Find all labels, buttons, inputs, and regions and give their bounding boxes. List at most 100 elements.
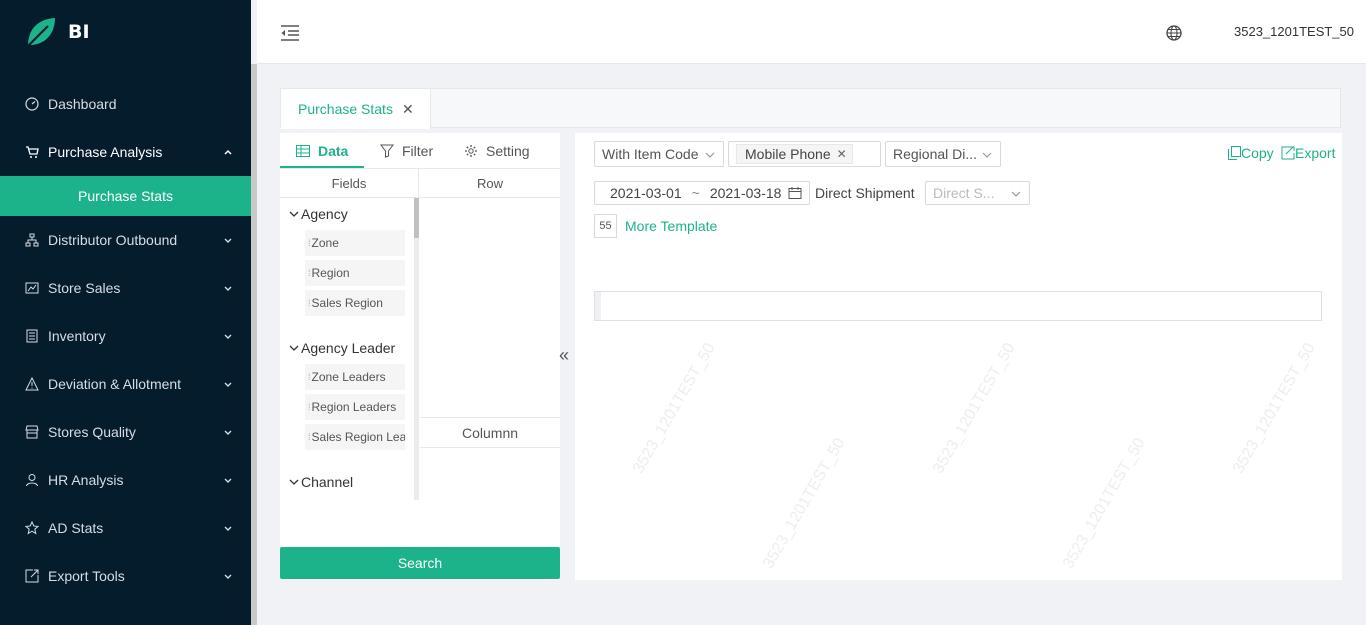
watermark: 3523_1201TEST_50 [760,435,849,572]
row-drop-zone[interactable] [420,198,560,418]
column-headers: Fields Row [280,169,560,198]
collapse-left-icon[interactable]: « [559,345,569,366]
sidebar-item-label: Export Tools [48,568,125,584]
drag-handle-icon: ⁞ [308,372,310,382]
category-tag-label: Mobile Phone [745,146,831,162]
brand-name: BI [68,21,90,43]
tab-setting[interactable]: Setting [464,143,530,159]
leaf-logo-icon [27,18,55,47]
drag-handle-icon: ⁞ [308,298,310,308]
drag-handle-icon: ⁞ [308,268,310,278]
calendar-icon [788,187,802,199]
drag-handle-icon: ⁞ [308,432,310,442]
close-icon[interactable]: ✕ [402,101,414,118]
chevron-down-icon [705,152,715,158]
chevron-down-icon [982,152,992,158]
chevron-down-icon [289,345,299,351]
date-start: 2021-03-01 [610,185,682,201]
sidebar-item-deviation-allotment[interactable]: Deviation & Allotment [0,360,251,408]
sidebar-menu: Dashboard Purchase Analysis Purchase Sta… [0,80,251,600]
tab-setting-label: Setting [486,143,530,159]
fields-list: Agency ⁞ Zone ⁞ Region ⁞ Sales Region Agenc… [280,198,419,500]
field-config-panel: Data Filter Setting Fields Row Agency ⁞ Z… [280,133,560,580]
sidebar-item-inventory[interactable]: Inventory [0,312,251,360]
sidebar-item-ad-stats[interactable]: AD Stats [0,504,251,552]
date-end: 2021-03-18 [709,185,782,201]
chevron-down-icon [224,574,232,579]
sidebar-item-hr-analysis[interactable]: HR Analysis [0,456,251,504]
top-header: 3523_1201TEST_50 [257,0,1366,64]
sidebar-subitem-purchase-stats[interactable]: Purchase Stats [0,176,251,216]
field-group-channel[interactable]: Channel [280,466,418,498]
tab-filter[interactable]: Filter [380,143,433,159]
category-tag: Mobile Phone ✕ [736,144,853,164]
tab-data-label: Data [318,143,349,159]
chevron-down-icon [289,211,299,217]
chevron-down-icon [224,430,232,435]
field-group-agency[interactable]: Agency [280,198,418,230]
close-icon[interactable]: ✕ [837,147,847,161]
tab-data[interactable]: Data [296,143,348,159]
sidebar-item-label: HR Analysis [48,472,124,488]
export-icon [24,568,40,584]
scrollbar-thumb[interactable] [414,198,419,238]
sidebar-item-label: Distributor Outbound [48,232,178,248]
sidebar-item-stores-quality[interactable]: Stores Quality [0,408,251,456]
sidebar-item-label: Deviation & Allotment [48,376,182,392]
star-icon [24,520,40,536]
group-title-label: Channel [301,474,354,490]
search-button[interactable]: Search [280,547,560,579]
logo[interactable]: BI [0,0,251,64]
globe-icon[interactable] [1166,25,1182,41]
field-item[interactable]: ⁞ Zone [305,230,405,256]
field-group-agency-leader[interactable]: Agency Leader [280,332,418,364]
tab-label: Purchase Stats [298,101,393,117]
copy-label: Copy [1241,145,1274,161]
column-header: Columnn [420,418,560,448]
sidebar-item-dashboard[interactable]: Dashboard [0,80,251,128]
export-button[interactable]: Export [1281,145,1335,161]
gear-icon [465,145,477,157]
item-code-select[interactable]: With Item Code [594,141,724,167]
direct-shipment-select[interactable]: Direct S... [925,181,1030,205]
field-item[interactable]: ⁞ Region [305,260,405,286]
chart-icon [24,280,40,296]
sidebar-item-export-tools[interactable]: Export Tools [0,552,251,600]
watermark: 3523_1201TEST_50 [930,340,1019,477]
sidebar-item-distributor-outbound[interactable]: Distributor Outbound [0,216,251,264]
sidebar-item-label: AD Stats [48,520,104,536]
tab-filter-label: Filter [402,143,434,159]
indent-icon[interactable] [280,24,300,42]
field-label: Sales Region Leaders [311,430,405,444]
tab-purchase-stats[interactable]: Purchase Stats ✕ [281,89,431,129]
sidebar-item-label: Purchase Analysis [48,144,163,160]
watermark: 3523_1201TEST_50 [1060,435,1149,572]
sidebar-item-label: Store Sales [48,280,121,296]
field-label: Zone [311,236,339,250]
category-multiselect[interactable]: Mobile Phone ✕ [728,141,881,167]
field-item[interactable]: ⁞Sales Region Leaders [305,424,405,450]
drag-handle-icon: ⁞ [308,402,310,412]
chevron-down-icon [224,382,232,387]
fields-scrollbar[interactable] [414,198,419,500]
field-item[interactable]: ⁞ Zone Leaders [305,364,405,390]
watermark: 3523_1201TEST_50 [630,340,719,477]
chevron-down-icon [1011,191,1021,197]
more-template-link[interactable]: More Template [625,218,717,234]
result-table-header [594,291,1322,321]
template-count-badge[interactable]: 55 [594,214,617,238]
chevron-down-icon [224,478,232,483]
username[interactable]: 3523_1201TEST_50 [1234,24,1354,39]
dashboard-icon [24,96,40,112]
chevron-down-icon [224,286,232,291]
field-item[interactable]: ⁞ Region Leaders [305,394,405,420]
regional-select[interactable]: Regional Di... [885,141,1001,167]
date-range-picker[interactable]: 2021-03-01 ~ 2021-03-18 [594,181,810,205]
field-item[interactable]: ⁞ Sales Region [305,290,405,316]
report-panel: 3523_1201TEST_50 3523_1201TEST_50 3523_1… [575,133,1342,580]
sidebar-scrollbar[interactable] [251,64,257,625]
copy-button[interactable]: Copy [1228,145,1274,161]
export-icon [1281,146,1295,160]
sidebar-item-store-sales[interactable]: Store Sales [0,264,251,312]
sidebar-item-purchase-analysis[interactable]: Purchase Analysis [0,128,251,176]
